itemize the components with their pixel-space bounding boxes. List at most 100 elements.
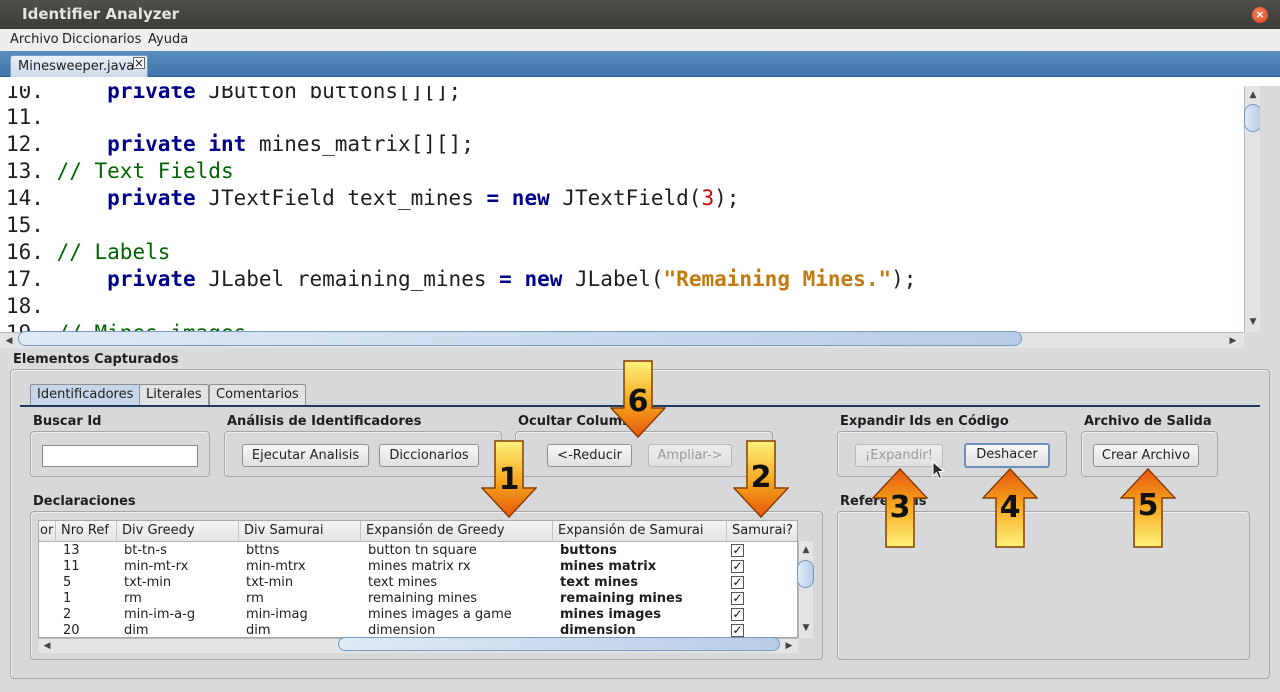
table-cell: 1 xyxy=(63,591,72,606)
column-header[interactable]: Expansión de Samurai xyxy=(553,521,727,542)
callout-arrow-up-5: 5 xyxy=(1120,468,1176,548)
close-window-button[interactable]: × xyxy=(1252,7,1268,23)
table-cell: min-imag xyxy=(246,607,308,622)
table-vscroll-thumb[interactable] xyxy=(797,560,814,588)
table-cell: dim xyxy=(124,623,149,638)
scroll-up-icon[interactable]: ▲ xyxy=(1246,88,1260,102)
editor-hscroll-thumb[interactable] xyxy=(18,331,1022,346)
code-token: ); xyxy=(714,186,740,210)
reduce-columns-button[interactable]: <-Reducir xyxy=(547,444,632,467)
table-cell: text mines xyxy=(368,575,438,590)
line-number: 14. xyxy=(6,186,44,210)
scroll-left-icon[interactable]: ◀ xyxy=(2,334,16,348)
search-input[interactable] xyxy=(42,445,198,467)
column-header[interactable]: Expansión de Greedy xyxy=(361,521,553,542)
table-row[interactable]: 1 rm rm remaining mines remaining mines ✓ xyxy=(39,591,797,607)
declaraciones-title: Declaraciones xyxy=(33,494,136,509)
tab-identificadores[interactable]: Identificadores xyxy=(30,384,141,405)
samurai-checkbox[interactable]: ✓ xyxy=(731,560,744,573)
callout-arrow-down-6: 6 xyxy=(610,360,666,438)
code-token: 3 xyxy=(701,186,715,210)
table-cell: remaining mines xyxy=(560,591,683,606)
table-vertical-scrollbar[interactable]: ▲ ▼ xyxy=(797,541,814,638)
callout-arrow-up-3: 3 xyxy=(872,468,928,548)
column-header[interactable]: Div Greedy xyxy=(117,521,239,542)
table-cell: mines matrix rx xyxy=(368,559,471,574)
table-scroll-up-icon[interactable]: ▲ xyxy=(799,543,813,557)
analisis-title: Análisis de Identificadores xyxy=(227,414,422,429)
create-file-button[interactable]: Crear Archivo xyxy=(1093,444,1199,467)
scroll-right-icon[interactable]: ▶ xyxy=(1226,334,1240,348)
menu-archivo[interactable]: Archivo xyxy=(10,32,59,47)
samurai-checkbox[interactable]: ✓ xyxy=(731,544,744,557)
tab-close-icon[interactable]: × xyxy=(133,57,145,69)
salida-title: Archivo de Salida xyxy=(1084,414,1212,429)
editor-vertical-scrollbar[interactable]: ▲ ▼ xyxy=(1244,86,1262,332)
code-line: 15. xyxy=(6,212,57,238)
expand-columns-button[interactable]: Ampliar-> xyxy=(648,444,732,467)
tab-literales[interactable]: Literales xyxy=(139,384,209,405)
code-token: = xyxy=(499,267,512,291)
column-header[interactable]: Div Samurai xyxy=(239,521,361,542)
code-token: private xyxy=(107,132,196,156)
table-row[interactable]: 2 min-im-a-g min-imag mines images a game mi… xyxy=(39,607,797,623)
line-number: 16. xyxy=(6,240,44,264)
samurai-checkbox[interactable]: ✓ xyxy=(731,608,744,621)
menu-diccionarios[interactable]: Diccionarios xyxy=(62,32,141,47)
column-header[interactable]: Nro Ref xyxy=(56,521,117,542)
code-token: JButton buttons[][]; xyxy=(195,86,462,103)
scroll-down-icon[interactable]: ▼ xyxy=(1246,315,1260,329)
table-row[interactable]: 20 dim dim dimension dimension ✓ xyxy=(39,623,797,638)
table-cell: bttns xyxy=(246,543,280,558)
table-cell: 2 xyxy=(63,607,72,622)
editor-tab-minesweeper[interactable]: Minesweeper.java × xyxy=(10,55,148,78)
samurai-checkbox[interactable]: ✓ xyxy=(731,592,744,605)
code-token: "Remaining Mines." xyxy=(663,267,892,291)
column-header[interactable]: Samurai? xyxy=(727,521,797,542)
code-token: JTextField text_mines xyxy=(195,186,487,210)
table-cell: button tn square xyxy=(368,543,477,558)
table-cell: txt-min xyxy=(124,575,172,590)
editor-horizontal-scrollbar[interactable]: ◀ ▶ xyxy=(0,331,1244,348)
table-scroll-down-icon[interactable]: ▼ xyxy=(799,621,813,635)
code-token: JLabel remaining_mines xyxy=(195,267,500,291)
table-row[interactable]: 13 bt-tn-s bttns button tn square buttons ✓ xyxy=(39,543,797,559)
table-cell: min-mt-rx xyxy=(124,559,189,574)
table-row[interactable]: 11 min-mt-rx min-mtrx mines matrix rx mines … xyxy=(39,559,797,575)
code-token: ); xyxy=(891,267,917,291)
expand-ids-button[interactable]: ¡Expandir! xyxy=(855,444,943,467)
menu-ayuda[interactable]: Ayuda xyxy=(148,32,188,47)
code-editor[interactable]: 10. private JButton buttons[][]; 11. 12. … xyxy=(0,86,1244,332)
code-line: 14. private JTextField text_mines = new … xyxy=(6,185,739,211)
samurai-checkbox[interactable]: ✓ xyxy=(731,624,744,637)
callout-arrow-down-1: 1 xyxy=(481,440,537,518)
column-header[interactable]: or xyxy=(39,521,56,542)
run-analysis-button[interactable]: Ejecutar Analisis xyxy=(242,444,369,467)
table-scroll-right-icon[interactable]: ▶ xyxy=(782,639,796,653)
samurai-checkbox[interactable]: ✓ xyxy=(731,576,744,589)
line-number: 10. xyxy=(6,86,44,103)
code-token: JTextField( xyxy=(549,186,702,210)
code-token: // Text Fields xyxy=(56,159,234,183)
table-cell: dim xyxy=(246,623,271,638)
callout-label-6: 6 xyxy=(627,384,649,419)
callout-label-4: 4 xyxy=(999,490,1021,525)
code-token: mines_matrix[][]; xyxy=(246,132,474,156)
tab-comentarios[interactable]: Comentarios xyxy=(209,384,306,405)
declarations-table[interactable]: or Nro Ref Div Greedy Div Samurai Expansión … xyxy=(38,520,798,638)
code-line: 13. // Text Fields xyxy=(6,158,234,184)
table-cell: mines matrix xyxy=(560,559,657,574)
table-row[interactable]: 5 txt-min txt-min text mines text mines ✓ xyxy=(39,575,797,591)
dictionaries-button[interactable]: Diccionarios xyxy=(379,444,479,467)
line-number: 17. xyxy=(6,267,44,291)
table-hscroll-thumb[interactable] xyxy=(338,637,780,651)
table-horizontal-scrollbar[interactable]: ◀ ▶ xyxy=(38,637,798,653)
code-token: = xyxy=(486,186,500,210)
title-bar: Identifier Analyzer × xyxy=(0,0,1280,29)
undo-button[interactable]: Deshacer xyxy=(964,443,1050,468)
code-token: private xyxy=(107,186,196,210)
line-number: 13. xyxy=(6,159,44,183)
table-scroll-left-icon[interactable]: ◀ xyxy=(40,639,54,653)
